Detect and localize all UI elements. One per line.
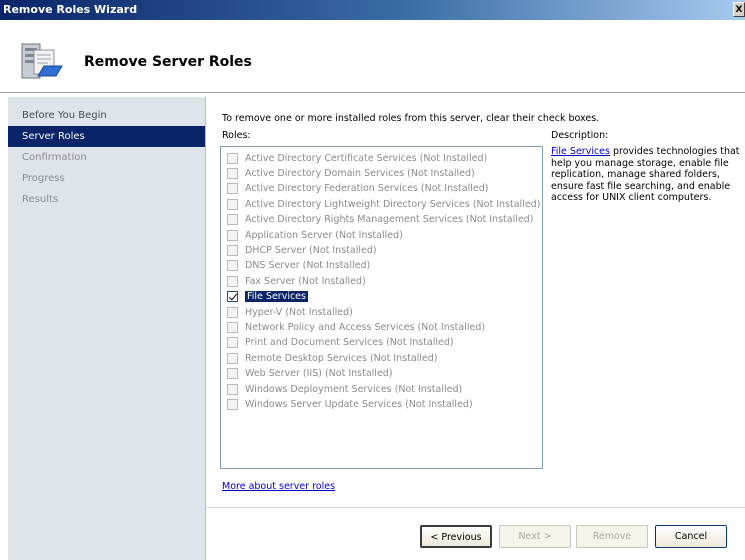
previous-button[interactable]: < Previous xyxy=(420,525,492,548)
role-checkbox xyxy=(227,229,238,241)
role-label: Hyper-V (Not Installed) xyxy=(245,306,353,318)
role-checkbox xyxy=(227,398,238,410)
role-checkbox xyxy=(227,152,238,164)
remove-button[interactable]: Remove xyxy=(576,525,648,548)
role-item: Fax Server (Not Installed) xyxy=(227,274,366,288)
role-label: Network Policy and Access Services (Not … xyxy=(245,321,486,333)
role-label: Fax Server (Not Installed) xyxy=(245,275,366,287)
role-label: Web Server (IIS) (Not Installed) xyxy=(245,367,393,379)
role-item: Remote Desktop Services (Not Installed) xyxy=(227,351,438,365)
instruction-text: To remove one or more installed roles fr… xyxy=(222,113,600,124)
role-checkbox xyxy=(227,244,238,256)
role-item: Hyper-V (Not Installed) xyxy=(227,305,353,319)
role-checkbox-checked[interactable] xyxy=(227,290,238,302)
role-checkbox xyxy=(227,167,238,179)
roles-label: Roles: xyxy=(222,130,251,141)
close-icon: X xyxy=(735,5,743,15)
role-checkbox xyxy=(227,306,238,318)
role-item: Windows Server Update Services (Not Inst… xyxy=(227,397,473,411)
role-checkbox xyxy=(227,352,238,364)
role-checkbox xyxy=(227,259,238,271)
window-title: Remove Roles Wizard xyxy=(3,3,138,16)
role-checkbox xyxy=(227,182,238,194)
step-confirmation: Confirmation xyxy=(22,152,87,163)
role-label: DNS Server (Not Installed) xyxy=(245,259,371,271)
role-item: Active Directory Rights Management Servi… xyxy=(227,212,533,226)
role-item: Active Directory Certificate Services (N… xyxy=(227,151,487,165)
step-progress: Progress xyxy=(22,173,65,184)
roles-list[interactable]: Active Directory Certificate Services (N… xyxy=(220,146,543,469)
role-label: DHCP Server (Not Installed) xyxy=(245,244,377,256)
more-about-roles-link[interactable]: More about server roles xyxy=(222,481,335,492)
description-label: Description: xyxy=(551,130,609,141)
role-label-selected[interactable]: File Services xyxy=(245,290,308,302)
role-checkbox xyxy=(227,383,238,395)
role-checkbox xyxy=(227,336,238,348)
role-item: Application Server (Not Installed) xyxy=(227,228,403,242)
role-item: Active Directory Federation Services (No… xyxy=(227,181,488,195)
role-label: Active Directory Certificate Services (N… xyxy=(245,152,488,164)
description-link[interactable]: File Services xyxy=(551,146,610,157)
role-checkbox xyxy=(227,275,238,287)
cancel-button[interactable]: Cancel xyxy=(655,525,727,548)
step-before-you-begin[interactable]: Before You Begin xyxy=(8,105,205,126)
role-description: File Services provides technologies that… xyxy=(551,146,745,204)
role-item-file-services[interactable]: File Services xyxy=(227,289,308,303)
role-item: Active Directory Domain Services (Not In… xyxy=(227,166,475,180)
role-checkbox xyxy=(227,198,238,210)
main-panel: To remove one or more installed roles fr… xyxy=(206,97,745,560)
role-label: Active Directory Lightweight Directory S… xyxy=(245,198,541,210)
page-title: Remove Server Roles xyxy=(84,54,252,70)
server-icon xyxy=(21,43,63,79)
wizard-steps: Before You Begin Server Roles Confirmati… xyxy=(8,97,206,560)
role-label: Active Directory Domain Services (Not In… xyxy=(245,167,475,179)
role-label: Windows Server Update Services (Not Inst… xyxy=(245,398,473,410)
role-item: Print and Document Services (Not Install… xyxy=(227,335,454,349)
role-label: Print and Document Services (Not Install… xyxy=(245,336,454,348)
role-checkbox xyxy=(227,213,238,225)
step-results: Results xyxy=(22,194,59,205)
footer-divider xyxy=(206,507,745,508)
next-button[interactable]: Next > xyxy=(499,525,571,548)
title-bar: Remove Roles Wizard X xyxy=(0,0,745,20)
close-button[interactable]: X xyxy=(733,2,745,17)
role-label: Application Server (Not Installed) xyxy=(245,229,403,241)
role-label: Windows Deployment Services (Not Install… xyxy=(245,383,463,395)
role-label: Remote Desktop Services (Not Installed) xyxy=(245,352,438,364)
role-item: DHCP Server (Not Installed) xyxy=(227,243,377,257)
role-checkbox xyxy=(227,321,238,333)
role-item: Windows Deployment Services (Not Install… xyxy=(227,382,462,396)
wizard-header: Remove Server Roles xyxy=(0,20,745,93)
role-checkbox xyxy=(227,367,238,379)
role-item: Web Server (IIS) (Not Installed) xyxy=(227,366,393,380)
role-item: Network Policy and Access Services (Not … xyxy=(227,320,485,334)
role-item: DNS Server (Not Installed) xyxy=(227,258,370,272)
step-server-roles[interactable]: Server Roles xyxy=(8,126,205,147)
role-label: Active Directory Federation Services (No… xyxy=(245,182,489,194)
role-label: Active Directory Rights Management Servi… xyxy=(245,213,534,225)
role-item: Active Directory Lightweight Directory S… xyxy=(227,197,540,211)
